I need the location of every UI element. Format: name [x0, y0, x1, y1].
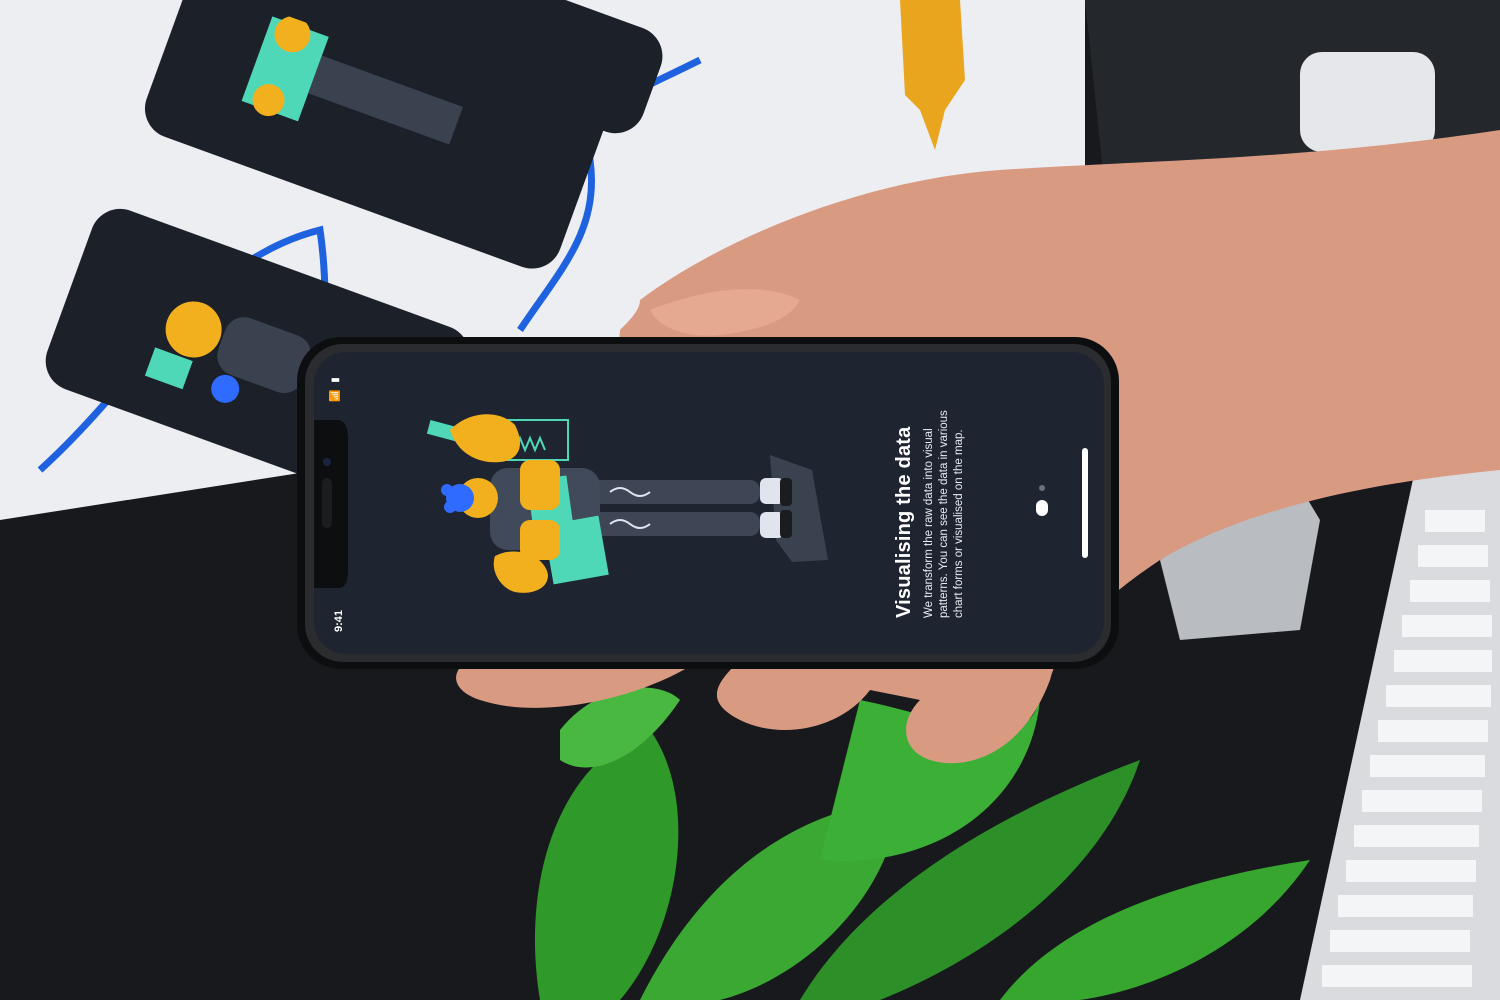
- onboarding-title: Visualising the data: [893, 426, 915, 618]
- page-dot-inactive: [1039, 485, 1045, 491]
- onboarding-body: We transform the raw data into visual pa…: [923, 410, 965, 618]
- airpods-case: [1300, 52, 1435, 152]
- background-photo: [0, 0, 1500, 1000]
- status-time: 9:41: [333, 609, 345, 632]
- home-indicator: [1082, 448, 1088, 558]
- onboarding-text-block: Visualising the data We transform the ra…: [893, 358, 1003, 618]
- status-icons: 📶 ▮: [330, 375, 341, 402]
- photo-scene: 9:41 📶 ▮ Visualising the data We transfo…: [0, 0, 1500, 1000]
- page-dot-active: [1036, 500, 1048, 516]
